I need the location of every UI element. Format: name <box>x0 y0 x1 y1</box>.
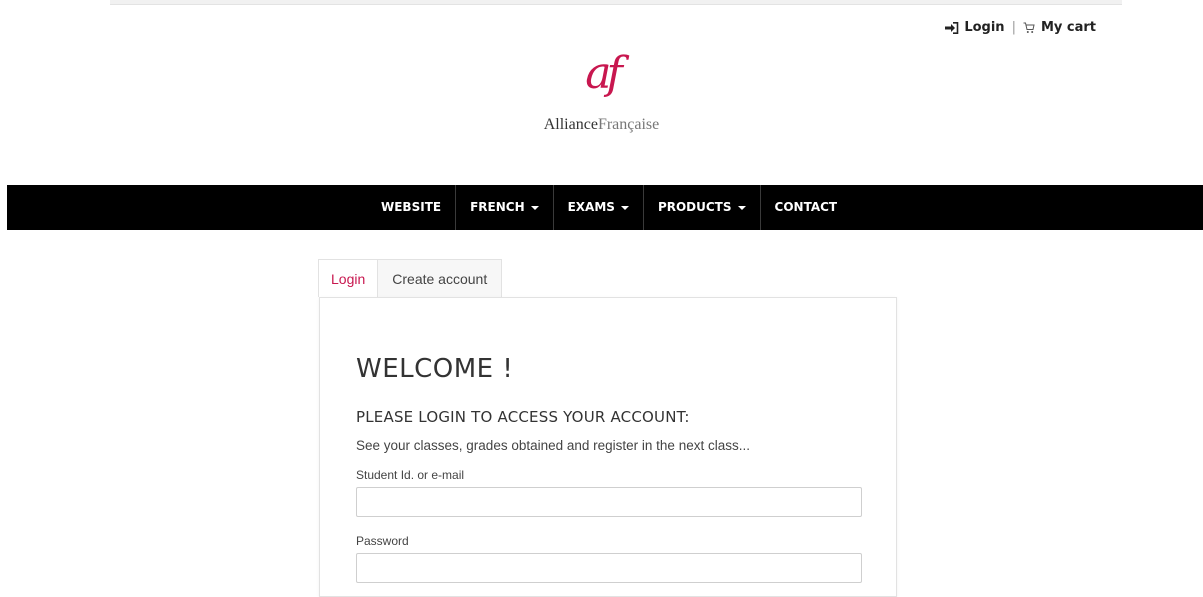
cart-icon <box>1023 22 1035 33</box>
nav-item-label: WEBSITE <box>381 200 442 214</box>
tab-create-account[interactable]: Create account <box>378 259 503 297</box>
nav-item-label: PRODUCTS <box>657 200 732 214</box>
nav-item-products[interactable]: PRODUCTS <box>642 185 760 230</box>
login-subtitle: PLEASE LOGIN TO ACCESS YOUR ACCOUNT: <box>356 408 690 426</box>
username-input[interactable] <box>356 487 862 517</box>
login-panel: WELCOME ! PLEASE LOGIN TO ACCESS YOUR AC… <box>319 297 897 597</box>
nav-item-french[interactable]: FRENCH <box>455 185 553 230</box>
header-separator: | <box>1011 20 1016 35</box>
login-description: See your classes, grades obtained and re… <box>356 438 750 453</box>
password-label: Password <box>356 534 409 548</box>
cart-link[interactable]: My cart <box>1023 20 1096 35</box>
main-navbar: WEBSITE FRENCH EXAMS PRODUCTS CONTACT <box>7 185 1203 230</box>
nav-item-exams[interactable]: EXAMS <box>552 185 643 230</box>
caret-down-icon <box>737 205 746 210</box>
header-links: Login | My cart <box>945 20 1096 35</box>
logo-name-bold: Alliance <box>543 116 598 133</box>
username-label: Student Id. or e-mail <box>356 468 465 482</box>
logo-mark: af <box>585 48 622 99</box>
nav-item-label: FRENCH <box>470 200 525 214</box>
logo-name-light: Française <box>597 116 660 133</box>
caret-down-icon <box>530 205 539 210</box>
nav-menu: WEBSITE FRENCH EXAMS PRODUCTS CONTACT <box>367 185 851 230</box>
site-logo[interactable]: af AllianceFrançaise <box>0 52 1203 134</box>
caret-down-icon <box>620 205 629 210</box>
nav-item-contact[interactable]: CONTACT <box>759 185 852 230</box>
tab-login[interactable]: Login <box>318 259 379 297</box>
browser-top-strip <box>110 0 1122 5</box>
nav-item-website[interactable]: WEBSITE <box>367 185 455 230</box>
nav-item-label: CONTACT <box>774 200 838 214</box>
sign-in-icon <box>945 21 959 34</box>
page-title: WELCOME ! <box>356 354 514 384</box>
login-link-label: Login <box>964 20 1005 35</box>
cart-link-label: My cart <box>1040 20 1096 35</box>
login-link[interactable]: Login <box>945 20 1005 35</box>
account-tabs: Login Create account <box>318 259 503 297</box>
nav-item-label: EXAMS <box>567 200 615 214</box>
logo-wordmark: AllianceFrançaise <box>0 116 1203 134</box>
password-input[interactable] <box>356 553 862 583</box>
